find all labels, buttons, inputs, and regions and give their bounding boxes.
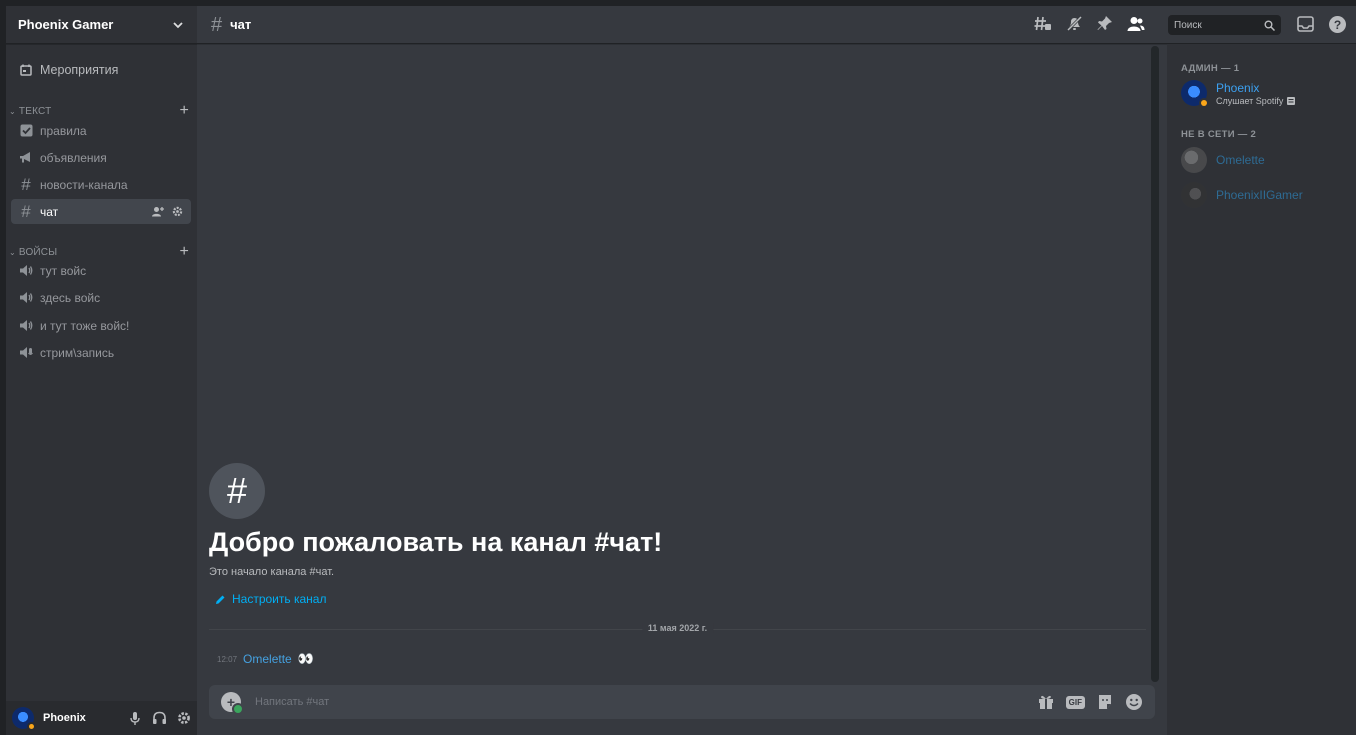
- search-bar[interactable]: [1168, 15, 1281, 35]
- caret-down-icon: ⌄: [9, 247, 16, 257]
- scrollbar[interactable]: [1151, 46, 1159, 682]
- avatar: [1181, 182, 1207, 208]
- status-idle-icon: [1199, 98, 1209, 108]
- gif-icon[interactable]: GIF: [1065, 695, 1085, 709]
- emoji-icon[interactable]: [1125, 693, 1143, 711]
- server-header[interactable]: Phoenix Gamer: [6, 6, 197, 44]
- channel-label: новости-канала: [40, 177, 128, 192]
- welcome-subtitle: Это начало канала #чат.: [209, 566, 335, 578]
- rules-icon: [19, 124, 33, 138]
- welcome-title: Добро пожаловать на канал #чат!: [209, 527, 663, 557]
- avatar[interactable]: [12, 707, 36, 731]
- channel-sidebar: Phoenix Gamer Мероприятия ⌄ ТЕКСТ + прави…: [6, 6, 197, 735]
- message-composer: + GIF: [209, 685, 1155, 719]
- status-idle-icon: [27, 722, 36, 731]
- app: Phoenix Gamer Мероприятия ⌄ ТЕКСТ + прави…: [6, 6, 1356, 735]
- avatar: [1181, 80, 1209, 108]
- member-group-title: АДМИН — 1: [1181, 63, 1240, 74]
- category-label: ТЕКСТ: [18, 105, 52, 117]
- message-timestamp: 12:07: [217, 654, 238, 664]
- gear-icon[interactable]: [177, 711, 191, 725]
- date-label: 11 мая 2022 г.: [641, 623, 714, 633]
- threads-icon[interactable]: [1034, 15, 1052, 32]
- add-channel-icon[interactable]: +: [179, 103, 189, 119]
- category-label: ВОЙСЫ: [18, 246, 58, 258]
- welcome-section: # Добро пожаловать на канал #чат! Это на…: [209, 463, 662, 606]
- channel-label: здесь войс: [40, 290, 101, 305]
- activity-label: Слушает Spotify: [1216, 95, 1284, 106]
- member-activity: Слушает Spotify: [1216, 95, 1296, 106]
- server-name: Phoenix Gamer: [18, 17, 114, 32]
- member-item[interactable]: Phoenix Слушает Spotify: [1175, 77, 1347, 109]
- member-group-title: НЕ В СЕТИ — 2: [1181, 129, 1257, 140]
- message[interactable]: 12:07 Omelette 👀: [217, 651, 314, 667]
- headphones-icon[interactable]: [152, 711, 167, 725]
- message-author[interactable]: Omelette: [243, 652, 292, 666]
- voice-channel-2[interactable]: здесь войс: [11, 285, 191, 310]
- channel-title: чат: [230, 17, 252, 32]
- events-item[interactable]: Мероприятия: [11, 57, 191, 83]
- message-input[interactable]: [255, 696, 1038, 708]
- speaker-icon: [19, 291, 33, 305]
- gift-icon[interactable]: [1038, 694, 1054, 710]
- channel-item-news[interactable]: # новости-канала: [11, 172, 191, 197]
- voice-channel-4[interactable]: стрим\запись: [11, 340, 191, 365]
- speaker-icon: [19, 264, 33, 278]
- channel-item-rules[interactable]: правила: [11, 118, 191, 143]
- date-divider: 11 мая 2022 г.: [209, 623, 1146, 633]
- events-label: Мероприятия: [40, 63, 119, 77]
- channel-label: объявления: [40, 150, 107, 165]
- voice-channel-1[interactable]: тут войс: [11, 258, 191, 283]
- hash-icon: #: [21, 201, 31, 221]
- member-name: PhoenixIIGamer: [1216, 188, 1303, 202]
- rich-presence-icon: [1287, 96, 1296, 105]
- inbox-icon[interactable]: [1297, 16, 1314, 32]
- microphone-icon[interactable]: [128, 711, 142, 726]
- header-toolbar: [1034, 15, 1145, 32]
- member-name: Phoenix: [1216, 80, 1260, 95]
- chat-area: # чат # Добро пожаловать на канал #чат! …: [197, 6, 1167, 735]
- channel-label: тут войс: [40, 263, 87, 278]
- megaphone-icon: [19, 151, 33, 165]
- search-icon: [1264, 20, 1275, 31]
- message-content: 👀: [297, 651, 314, 666]
- edit-channel-label: Настроить канал: [232, 592, 327, 606]
- pencil-icon: [216, 595, 225, 604]
- speaker-icon: [19, 319, 33, 333]
- help-icon[interactable]: ?: [1329, 16, 1346, 33]
- username: Phoenix: [43, 712, 86, 724]
- invite-icon[interactable]: [152, 206, 164, 217]
- avatar: [1181, 147, 1207, 173]
- channel-header: # чат: [197, 6, 1167, 44]
- member-list: АДМИН — 1 Phoenix Слушает Spotify НЕ В С…: [1167, 6, 1356, 735]
- chevron-down-icon: [173, 21, 183, 28]
- channel-item-chat[interactable]: # чат: [11, 199, 191, 224]
- hash-icon: #: [21, 174, 31, 194]
- calendar-icon: [20, 64, 32, 76]
- hash-icon: #: [209, 463, 265, 519]
- channel-label: и тут тоже войс!: [40, 318, 130, 333]
- channel-item-announcements[interactable]: объявления: [11, 145, 191, 170]
- upload-plus-icon[interactable]: +: [221, 692, 244, 715]
- member-item[interactable]: Omelette: [1175, 144, 1347, 176]
- channel-label: чат: [40, 204, 59, 219]
- edit-channel-link[interactable]: Настроить канал: [209, 592, 662, 606]
- search-input[interactable]: [1174, 19, 1264, 31]
- channel-label: правила: [40, 123, 87, 138]
- mute-notifications-icon[interactable]: [1066, 15, 1083, 32]
- caret-down-icon: ⌄: [9, 106, 16, 116]
- member-item[interactable]: PhoenixIIGamer: [1175, 179, 1347, 211]
- channel-label: стрим\запись: [40, 345, 115, 360]
- member-name: Omelette: [1216, 153, 1265, 167]
- stage-speaker-icon: [19, 346, 33, 360]
- user-panel: Phoenix: [6, 701, 197, 735]
- gear-icon[interactable]: [172, 206, 183, 217]
- hash-icon: #: [211, 13, 223, 36]
- sticker-icon[interactable]: [1097, 694, 1113, 710]
- voice-channel-3[interactable]: и тут тоже войс!: [11, 313, 191, 338]
- member-list-icon[interactable]: [1127, 16, 1145, 32]
- pin-icon[interactable]: [1097, 15, 1113, 32]
